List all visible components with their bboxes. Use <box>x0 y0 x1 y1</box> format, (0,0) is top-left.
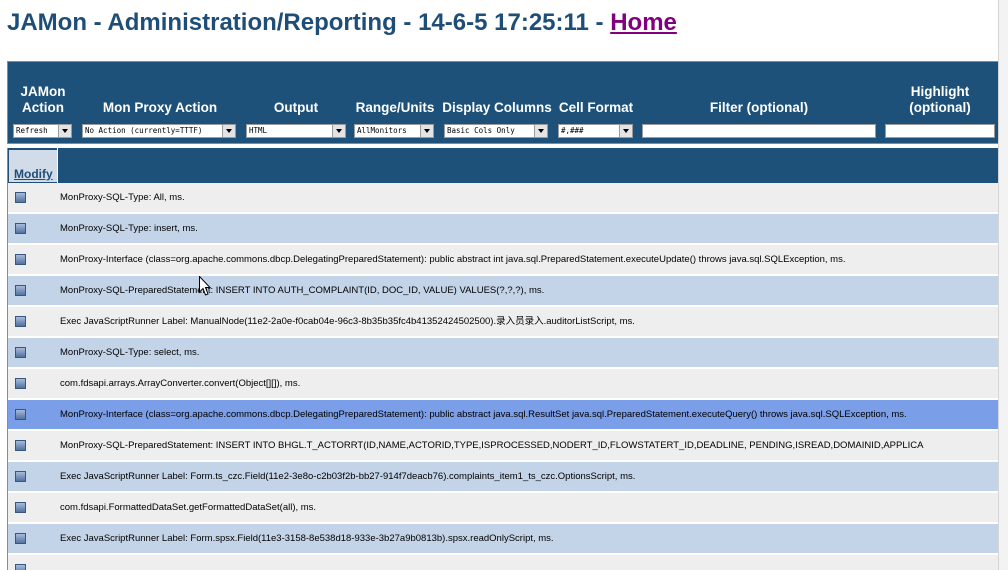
table-row: Exec JavaScriptRunner Label: Form.ts_czc… <box>8 462 1008 493</box>
table-row-highlighted: MonProxy-Interface (class=org.apache.com… <box>8 400 1008 431</box>
highlight-input[interactable] <box>885 124 995 138</box>
row-label: com.fdsapi.FormattedDataSet.getFormatted… <box>60 502 317 513</box>
table-row-partial <box>8 555 1008 570</box>
output-value: HTML <box>249 126 268 135</box>
range-units-heading: Range/Units <box>355 100 435 115</box>
row-label: MonProxy-Interface (class=org.apache.com… <box>60 409 907 420</box>
row-label: Exec JavaScriptRunner Label: Form.ts_czc… <box>60 471 636 482</box>
table-row: com.fdsapi.FormattedDataSet.getFormatted… <box>8 493 1008 524</box>
jamon-action-heading: JAMon Action <box>20 84 66 115</box>
mon-proxy-action-heading: Mon Proxy Action <box>102 100 218 115</box>
filter-input[interactable] <box>642 124 876 138</box>
modify-checkbox[interactable] <box>15 316 26 327</box>
monitor-table: Modify MonProxy-SQL-Type: All, ms. MonPr… <box>7 148 1008 570</box>
control-panel: JAMon Action Mon Proxy Action Output Ran… <box>7 61 1001 144</box>
modify-checkbox[interactable] <box>15 223 26 234</box>
page-title-text: JAMon - Administration/Reporting - 14-6-… <box>7 9 611 36</box>
table-row: Exec JavaScriptRunner Label: Form.spsx.F… <box>8 524 1008 555</box>
display-columns-select[interactable]: Basic Cols Only <box>444 124 548 138</box>
table-row: com.fdsapi.arrays.ArrayConverter.convert… <box>8 369 1008 400</box>
table-row: MonProxy-SQL-PreparedStatement: INSERT I… <box>8 276 1008 307</box>
row-label: Exec JavaScriptRunner Label: Form.spsx.F… <box>60 533 554 544</box>
scrollbar[interactable] <box>998 0 1008 570</box>
row-label: MonProxy-SQL-Type: insert, ms. <box>60 223 198 234</box>
display-columns-value: Basic Cols Only <box>447 126 515 135</box>
modify-checkbox[interactable] <box>15 254 26 265</box>
modify-link[interactable]: Modify <box>14 167 53 181</box>
chevron-down-icon <box>222 125 235 137</box>
modify-checkbox[interactable] <box>15 347 26 358</box>
table-row: MonProxy-SQL-Type: insert, ms. <box>8 214 1008 245</box>
mon-proxy-action-value: No Action (currently=TTTF) <box>85 126 203 135</box>
highlight-heading: Highlight (optional) <box>909 84 971 115</box>
modify-checkbox[interactable] <box>15 564 26 570</box>
jamon-action-value: Refresh <box>16 126 48 135</box>
chevron-down-icon <box>420 125 433 137</box>
mon-proxy-action-select[interactable]: No Action (currently=TTTF) <box>82 124 236 138</box>
table-row: Exec JavaScriptRunner Label: ManualNode(… <box>8 307 1008 338</box>
table-row: MonProxy-SQL-Type: All, ms. <box>8 183 1008 214</box>
row-label: MonProxy-Interface (class=org.apache.com… <box>60 254 846 265</box>
table-row: MonProxy-SQL-Type: select, ms. <box>8 338 1008 369</box>
modify-checkbox[interactable] <box>15 192 26 203</box>
modify-checkbox[interactable] <box>15 440 26 451</box>
range-units-select[interactable]: AllMonitors <box>354 124 434 138</box>
row-label: MonProxy-SQL-Type: All, ms. <box>60 192 185 203</box>
page-title: JAMon - Administration/Reporting - 14-6-… <box>7 9 677 37</box>
output-select[interactable]: HTML <box>246 124 346 138</box>
chevron-down-icon <box>58 125 71 137</box>
output-heading: Output <box>273 100 319 115</box>
chevron-down-icon <box>534 125 547 137</box>
header-divider <box>57 148 58 183</box>
cell-format-value: #,### <box>561 126 584 135</box>
home-link[interactable]: Home <box>610 9 677 36</box>
filter-heading: Filter (optional) <box>709 100 809 115</box>
row-label: MonProxy-SQL-PreparedStatement: INSERT I… <box>60 440 924 451</box>
row-label: MonProxy-SQL-Type: select, ms. <box>60 347 200 358</box>
modify-checkbox[interactable] <box>15 285 26 296</box>
chevron-down-icon <box>332 125 345 137</box>
modify-checkbox[interactable] <box>15 409 26 420</box>
jamon-action-select[interactable]: Refresh <box>13 124 72 138</box>
display-columns-heading: Display Columns <box>442 100 552 115</box>
modify-checkbox[interactable] <box>15 378 26 389</box>
mouse-cursor-icon <box>199 276 211 296</box>
modify-checkbox[interactable] <box>15 502 26 513</box>
table-row: MonProxy-Interface (class=org.apache.com… <box>8 245 1008 276</box>
row-label: MonProxy-SQL-PreparedStatement: INSERT I… <box>60 285 545 296</box>
row-label: Exec JavaScriptRunner Label: ManualNode(… <box>60 316 635 327</box>
table-row: MonProxy-SQL-PreparedStatement: INSERT I… <box>8 431 1008 462</box>
row-label: com.fdsapi.arrays.ArrayConverter.convert… <box>60 378 301 389</box>
cell-format-heading: Cell Format <box>558 100 634 115</box>
modify-checkbox[interactable] <box>15 471 26 482</box>
modify-header-cell: Modify <box>9 150 57 182</box>
table-header: Modify <box>8 148 1008 183</box>
chevron-down-icon <box>619 125 632 137</box>
modify-checkbox[interactable] <box>15 533 26 544</box>
range-units-value: AllMonitors <box>357 126 407 135</box>
cell-format-select[interactable]: #,### <box>558 124 633 138</box>
